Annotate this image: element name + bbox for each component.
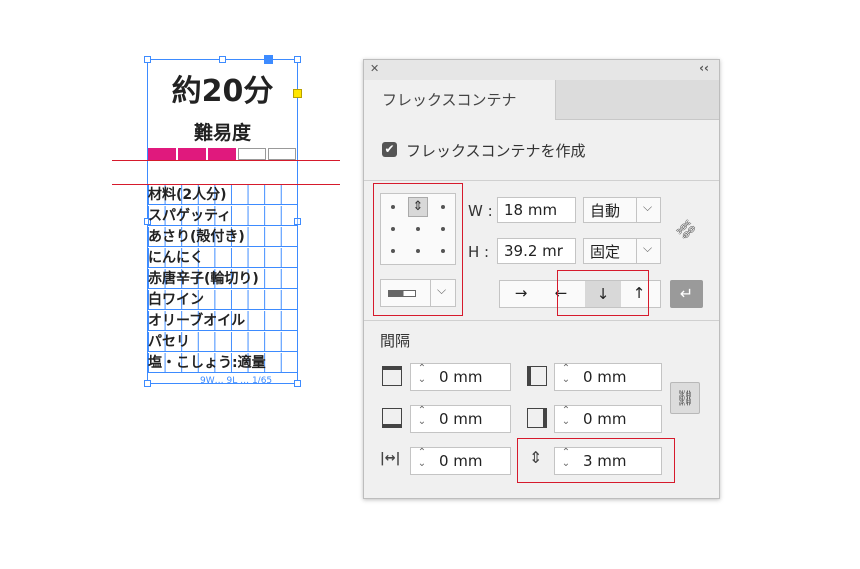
wrap-icon: ↵ [679, 284, 694, 303]
collapse-icon[interactable]: ‹‹ [699, 61, 709, 75]
guide-line [112, 160, 340, 161]
resize-handle[interactable] [144, 56, 151, 63]
resize-handle[interactable] [264, 55, 273, 64]
chevron-down-icon: ⌵ [643, 200, 653, 214]
difficulty-heading: 難易度 [193, 122, 251, 144]
list-item: 白ワイン [148, 290, 298, 310]
resize-handle[interactable] [294, 380, 301, 387]
create-flex-checkbox[interactable]: ✔ [382, 142, 397, 157]
wrap-button[interactable]: ↵ [670, 280, 703, 308]
divider [364, 180, 719, 181]
resize-handle[interactable] [294, 56, 301, 63]
width-input[interactable]: 18 mm [497, 197, 576, 223]
padding-bottom-icon [382, 408, 402, 428]
list-item: 塩・こしょう:適量 [148, 353, 298, 373]
create-flex-label[interactable]: フレックスコンテナを作成 [406, 140, 586, 161]
list-item: あさり(殻付き) [148, 227, 298, 247]
list-item: パセリ [148, 332, 298, 352]
checkmark-icon: ✔ [384, 142, 395, 156]
alignment-highlight [373, 183, 463, 316]
difficulty-segment [178, 148, 206, 160]
flex-container-panel: ✕ ‹‹ フレックスコンテナ ✔ フレックスコンテナを作成 ⇕ ⌵ W : 18… [363, 59, 720, 499]
padding-right-stepper[interactable]: ⌃ ⌄ [557, 405, 575, 433]
difficulty-segment [208, 148, 236, 160]
chevron-down-icon: ⌵ [643, 241, 653, 255]
list-item: 材料(2人分) [148, 185, 298, 205]
difficulty-segment [268, 148, 296, 160]
resize-handle[interactable] [219, 56, 226, 63]
divider [364, 320, 719, 321]
panel-titlebar[interactable]: ✕ ‹‹ [364, 60, 719, 80]
gap-horizontal-stepper[interactable]: ⌃ ⌄ [413, 447, 431, 475]
padding-bottom-stepper[interactable]: ⌃ ⌄ [413, 405, 431, 433]
padding-top-stepper[interactable]: ⌃ ⌄ [413, 363, 431, 391]
padding-top-icon [382, 366, 402, 386]
difficulty-segment [238, 148, 266, 160]
resize-handle[interactable] [144, 380, 151, 387]
unlink-icon[interactable]: ⛓ [672, 216, 700, 244]
padding-left-icon [527, 366, 547, 386]
link-icon: ⛓ [675, 389, 695, 407]
link-padding-button[interactable]: ⛓ [670, 382, 700, 414]
tab-strip: フレックスコンテナ [364, 80, 719, 120]
gap-horizontal-icon: |↔| [380, 451, 401, 466]
gap-highlight [517, 438, 675, 483]
frame-info-label: 9W… 9L … 1/65 [200, 376, 273, 386]
list-item: にんにく [148, 248, 298, 268]
height-label: H : [468, 243, 490, 261]
spacing-heading: 間隔 [380, 332, 411, 350]
list-item: スパゲッティ [148, 206, 298, 226]
close-icon[interactable]: ✕ [370, 62, 379, 75]
direction-highlight [557, 270, 649, 316]
direction-right-button[interactable]: → [506, 284, 536, 302]
height-input[interactable]: 39.2 mr [497, 238, 576, 264]
width-mode-label: 自動 [590, 202, 621, 220]
padding-left-stepper[interactable]: ⌃ ⌄ [557, 363, 575, 391]
difficulty-segment [148, 148, 176, 160]
time-title: 約20分 [171, 74, 274, 109]
tab-flex-container[interactable]: フレックスコンテナ [364, 80, 556, 120]
width-label: W : [468, 202, 493, 220]
height-mode-dropdown[interactable]: 固定 ⌵ [583, 238, 661, 264]
list-item: 赤唐辛子(輪切り) [148, 269, 298, 289]
list-item: オリーブオイル [148, 311, 298, 331]
width-mode-dropdown[interactable]: 自動 ⌵ [583, 197, 661, 223]
height-mode-label: 固定 [590, 243, 621, 261]
padding-right-icon [527, 408, 547, 428]
